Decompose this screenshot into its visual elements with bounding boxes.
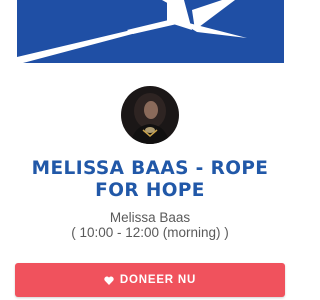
avatar-photo (121, 86, 179, 144)
donate-button[interactable]: DONEER NU (15, 263, 285, 297)
header-banner (17, 0, 284, 63)
organizer-avatar (121, 86, 179, 144)
event-title: MELISSA BAAS - ROPE FOR HOPE (31, 158, 269, 201)
event-time: ( 10:00 - 12:00 (morning) ) (71, 225, 229, 240)
heart-icon (104, 276, 114, 285)
star-banner-image (17, 0, 284, 63)
donate-button-label: DONEER NU (119, 274, 197, 286)
